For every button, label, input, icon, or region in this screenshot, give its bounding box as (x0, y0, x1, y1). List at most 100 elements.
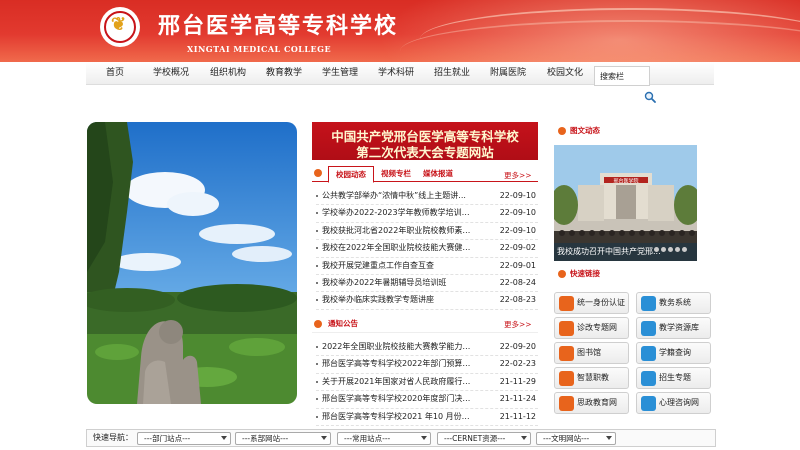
pager-dot-icon[interactable] (682, 247, 687, 252)
list-item[interactable]: 学校举办2022-2023学年教师教学培训活动 22-09-10 (316, 205, 538, 223)
nav-item-admissions[interactable]: 招生就业 (434, 62, 470, 84)
tab-campus-news[interactable]: 校园动态 (328, 166, 374, 183)
quick-link-label: 招生专题 (659, 373, 691, 382)
notice-item-title[interactable]: 2022年全国职业院校技能大赛教学能力比... (322, 339, 472, 355)
notice-date: 21-11-29 (499, 376, 536, 386)
select-value: ---系部网站--- (242, 434, 289, 443)
nav-item-about[interactable]: 学校概况 (153, 62, 189, 84)
news-title[interactable]: 我校举办2022年暑期辅导员培训班 (322, 275, 472, 291)
quick-link-diagnosis-reform[interactable]: 诊改专题网 (554, 317, 629, 339)
news-title[interactable]: 学校举办2022-2023学年教师教学培训活动 (322, 205, 472, 221)
quick-link-smart-education[interactable]: 智慧职教 (554, 367, 629, 389)
notice-date: 22-09-20 (499, 342, 536, 351)
news-title[interactable]: 我校在2022年全国职业院校技能大赛健康... (322, 240, 472, 256)
nav-item-organization[interactable]: 组织机构 (210, 62, 246, 84)
nav-item-student-affairs[interactable]: 学生管理 (322, 62, 358, 84)
pager-dot-icon[interactable] (675, 247, 680, 252)
list-item[interactable]: 关于开展2021年国家对省人民政府履行教... 21-11-29 (316, 374, 538, 392)
teaching-resource-icon (641, 321, 656, 336)
pager-dot-icon[interactable] (654, 247, 659, 252)
notice-date: 22-02-23 (499, 359, 536, 369)
news-date: 22-09-02 (499, 243, 536, 253)
list-item[interactable]: 公共教学部举办“浓情中秋”线上主题讲... 22-09-10 (316, 188, 538, 206)
pager-dot-icon[interactable] (668, 247, 673, 252)
quick-link-label: 教务系统 (659, 298, 691, 307)
pager-dot-icon[interactable] (661, 247, 666, 252)
search-input[interactable]: 搜索栏 (594, 66, 650, 86)
quick-link-label: 图书馆 (577, 348, 601, 357)
nav-item-research[interactable]: 学术科研 (378, 62, 414, 84)
notice-item-title[interactable]: 邢台医学高等专科学校2022年部门预算公... (322, 356, 472, 372)
news-more-link[interactable]: 更多>> (504, 170, 532, 181)
bullet-icon (316, 195, 318, 197)
list-item[interactable]: 我校举办2022年暑期辅导员培训班 22-08-24 (316, 275, 538, 293)
quick-link-academic-system[interactable]: 教务系统 (636, 292, 711, 314)
quick-link-student-records[interactable]: 学籍查询 (636, 342, 711, 364)
quick-link-teaching-resources[interactable]: 教学资源库 (636, 317, 711, 339)
news-title[interactable]: 我校获批河北省2022年职业院校教师素质... (322, 223, 472, 239)
select-value: ---部门站点--- (144, 434, 191, 443)
quick-link-psychology[interactable]: 心理咨询网 (636, 392, 711, 414)
gallery-header: 图文动态 (556, 124, 716, 138)
bullet-icon (316, 415, 318, 418)
list-item[interactable]: 我校在2022年全国职业院校技能大赛健康... 22-09-02 (316, 240, 538, 258)
tab-video[interactable]: 视频专栏 (376, 166, 416, 181)
news-title[interactable]: 我校举办临床实践教学专题讲座 (322, 292, 472, 308)
notice-item-title[interactable]: 邢台医学高等专科学校2020年度部门决算... (322, 391, 472, 407)
bullet-icon (316, 363, 318, 366)
quick-link-id-auth[interactable]: 统一身份认证 (554, 292, 629, 314)
notice-section-icon (314, 320, 322, 328)
tab-media[interactable]: 媒体报道 (418, 166, 458, 181)
quick-link-label: 诊改专题网 (577, 323, 617, 332)
list-item[interactable]: 邢台医学高等专科学校2020年度部门决算... 21-11-24 (316, 391, 538, 409)
quick-links-title: 快速链接 (570, 269, 600, 278)
bullet-icon (316, 346, 318, 348)
select-department-sites[interactable]: ---部门站点--- (137, 432, 231, 445)
news-title[interactable]: 我校开展党建重点工作自查互查 (322, 258, 472, 274)
quick-link-admissions[interactable]: 招生专题 (636, 367, 711, 389)
chevron-down-icon (221, 436, 227, 440)
party-congress-banner[interactable]: 中国共产党邢台医学高等专科学校 第二次代表大会专题网站 (312, 122, 538, 160)
notice-item-title[interactable]: 邢台医学高等专科学校2021 年10 月份预... (322, 409, 472, 425)
list-item[interactable]: 我校开展党建重点工作自查互查 22-09-01 (316, 258, 538, 275)
select-common-sites[interactable]: ---常用站点--- (337, 432, 431, 445)
nav-item-culture[interactable]: 校园文化 (547, 62, 583, 84)
notice-more-link[interactable]: 更多>> (504, 319, 532, 330)
bullet-icon (316, 264, 318, 267)
chevron-down-icon (606, 436, 612, 440)
photo-gallery[interactable]: 邢台医学院 我校成功召开中国共产党邢... (554, 145, 697, 261)
news-tabs: 校园动态 视频专栏 媒体报道 更多>> (312, 164, 538, 183)
banner-line-2: 第二次代表大会专题网站 (356, 145, 494, 160)
nav-item-education[interactable]: 教育教学 (266, 62, 302, 84)
quick-links-section-icon (558, 270, 566, 278)
list-item[interactable]: 2022年全国职业院校技能大赛教学能力比... 22-09-20 (316, 339, 538, 357)
school-logo[interactable]: ❦ (100, 7, 140, 47)
bullet-icon (316, 398, 318, 401)
list-item[interactable]: 邢台医学高等专科学校2022年部门预算公... 22-02-23 (316, 356, 538, 374)
nav-item-hospital[interactable]: 附属医院 (490, 62, 526, 84)
quick-link-label: 统一身份认证 (577, 298, 625, 307)
quick-navigation-bar: 快速导航： ---部门站点--- ---系部网站--- ---常用站点--- -… (86, 429, 716, 447)
campus-photo-image (87, 122, 297, 404)
news-title[interactable]: 公共教学部举办“浓情中秋”线上主题讲... (322, 188, 472, 204)
gallery-title: 图文动态 (570, 126, 600, 135)
quick-link-library[interactable]: 图书馆 (554, 342, 629, 364)
list-item[interactable]: 我校获批河北省2022年职业院校教师素质... 22-09-10 (316, 223, 538, 241)
list-item[interactable]: 我校举办临床实践教学专题讲座 22-08-23 (316, 292, 538, 310)
news-date: 22-08-23 (499, 295, 536, 305)
quick-link-ideology-education[interactable]: 思政教育网 (554, 392, 629, 414)
list-item[interactable]: 邢台医学高等专科学校2021 年10 月份预... 21-11-12 (316, 409, 538, 426)
bullet-icon (316, 380, 318, 383)
student-record-icon (641, 346, 656, 361)
select-faculty-sites[interactable]: ---系部网站--- (235, 432, 331, 445)
bullet-icon (316, 247, 318, 250)
bullet-icon (316, 212, 318, 215)
select-civilization-sites[interactable]: ---文明网站--- (536, 432, 616, 445)
campus-photo[interactable] (87, 122, 297, 404)
nav-item-home[interactable]: 首页 (106, 62, 124, 84)
notice-item-title[interactable]: 关于开展2021年国家对省人民政府履行教... (322, 374, 472, 390)
chevron-down-icon (421, 436, 427, 440)
quick-link-label: 智慧职教 (577, 373, 609, 382)
search-icon[interactable] (644, 91, 656, 103)
select-cernet-resources[interactable]: ---CERNET资源--- (437, 432, 531, 445)
